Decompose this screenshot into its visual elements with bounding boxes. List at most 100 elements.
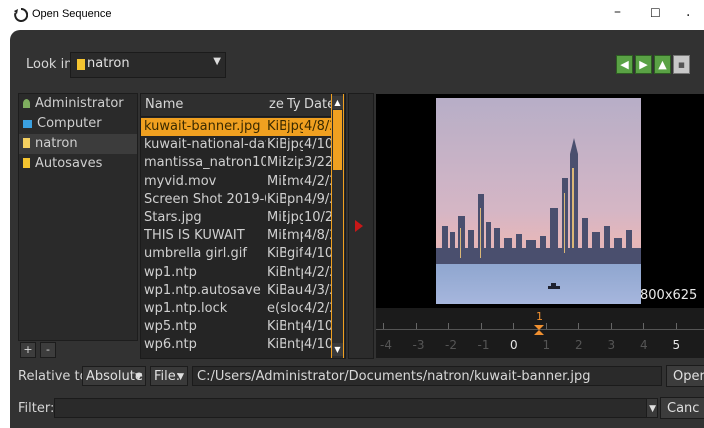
file-size: KiB <box>267 337 286 353</box>
scroll-up-icon[interactable]: ▲ <box>332 96 343 109</box>
file-type: mp <box>287 228 303 244</box>
file-name: wp1.ntp.lock <box>144 300 228 316</box>
file-name: kuwait-national-day_15 <box>144 137 266 153</box>
relative-to-dropdown[interactable]: Absolute ▼ <box>82 366 146 386</box>
file-row[interactable]: Stars.jpg MiBjpg10/2. <box>141 209 331 227</box>
up-arrow-icon[interactable]: ▲ <box>654 55 671 74</box>
file-type: zip <box>287 155 303 171</box>
look-in-value: natron <box>87 56 130 71</box>
file-type: ntp <box>287 319 303 335</box>
timeline-tick-label: 2 <box>575 338 583 352</box>
file-date: 4/10. <box>304 246 331 262</box>
file-name: umbrella girl.gif <box>144 246 247 262</box>
file-row[interactable]: wp1.ntp.lock e(s)loc4/2/2 <box>141 300 331 318</box>
file-row[interactable]: wp1.ntp KiBntp4/2/2 <box>141 264 331 282</box>
file-path-field[interactable]: C:/Users/Administrator/Documents/natron/… <box>192 366 662 386</box>
scrollbar-thumb[interactable] <box>333 110 342 170</box>
sidebar-item-natron[interactable]: natron <box>19 134 137 154</box>
column-header-type[interactable]: Ty <box>287 97 303 112</box>
timeline-tick-label: -2 <box>445 338 457 352</box>
file-date: 4/10. <box>304 319 331 335</box>
dialog-body: Look in: natron ▼ ◀ ▶ ▲ ▪ Administrator … <box>10 30 704 428</box>
sidebar-item-administrator[interactable]: Administrator <box>19 94 137 114</box>
open-button[interactable]: Oper <box>666 365 704 387</box>
file-date: 4/8/2 <box>304 228 331 244</box>
timeline-tick <box>675 323 677 329</box>
file-size: KiB <box>267 246 286 262</box>
sidebar-item-autosaves[interactable]: Autosaves <box>19 154 137 174</box>
file-row[interactable]: wp6.ntp KiBntp4/10. <box>141 336 331 354</box>
file-row[interactable]: wp5.ntp KiBntp4/10. <box>141 318 331 336</box>
scroll-down-icon[interactable]: ▼ <box>332 343 343 356</box>
sidebar-item-label: Computer <box>37 116 102 131</box>
file-row[interactable]: THIS IS KUWAIT MiBmp4/8/2 <box>141 227 331 245</box>
file-name: wp5.ntp <box>144 319 197 335</box>
file-date: 4/10. <box>304 137 331 153</box>
chevron-down-icon: ▼ <box>135 372 142 382</box>
frame-timeline[interactable]: 1 -4 -3 -2 -1 0 1 2 3 4 5 <box>376 308 704 358</box>
column-header-date[interactable]: Date <box>304 97 331 112</box>
file-name: Screen Shot 2019-04-09 <box>144 191 266 207</box>
forward-arrow-icon[interactable]: ▶ <box>635 55 652 74</box>
file-size: KiB <box>267 137 286 153</box>
file-row[interactable]: kuwait-national-day_15KiBjpg4/10. <box>141 136 331 154</box>
user-icon <box>23 99 30 108</box>
folder-icon <box>23 138 30 148</box>
file-date: 4/10. <box>304 337 331 353</box>
timeline-tick-label: 4 <box>640 338 648 352</box>
file-size: MiB <box>267 155 286 171</box>
file-size: KiB <box>267 264 286 280</box>
column-header-name[interactable]: Name <box>145 97 263 112</box>
file-row[interactable]: mantissa_natron101_filMiBzip3/22. <box>141 154 331 172</box>
file-type: ntp <box>287 264 303 280</box>
places-sidebar: Administrator Computer natron Autosaves <box>18 93 138 341</box>
maximize-button[interactable]: ☐ <box>650 6 661 20</box>
file-size: MiB <box>267 228 286 244</box>
title-bar: Open Sequence – ☐ . <box>0 0 704 30</box>
sidebar-item-computer[interactable]: Computer <box>19 114 137 134</box>
file-size: KiB <box>267 282 286 298</box>
add-place-button[interactable]: + <box>20 342 36 358</box>
file-list-scrollbar[interactable]: ▲ ▼ <box>331 94 344 358</box>
chevron-down-icon: ▼ <box>649 404 656 414</box>
filter-field[interactable] <box>54 398 654 418</box>
file-row[interactable]: myvid.mov MiBmc4/2/2 <box>141 173 331 191</box>
chevron-down-icon: ▼ <box>213 56 221 67</box>
file-list-header: Name ze Ty Date <box>141 94 331 117</box>
timeline-tick <box>610 323 612 329</box>
file-type: aut <box>287 282 303 298</box>
close-button[interactable]: . <box>686 4 690 20</box>
filter-label: Filter: <box>18 401 55 416</box>
chevron-down-icon: ▼ <box>177 372 184 382</box>
file-row[interactable]: kuwait-banner.jpg KiBjpg4/8/2 <box>141 118 331 137</box>
file-type: ntp <box>287 337 303 353</box>
file-size: KiB <box>267 119 286 134</box>
file-row[interactable]: wp1.ntp.autosave KiBaut4/3/2 <box>141 282 331 300</box>
filter-dropdown[interactable]: ▼ <box>646 398 658 418</box>
file-row[interactable]: umbrella girl.gif KiBgif4/10. <box>141 245 331 263</box>
timeline-cursor-icon[interactable] <box>534 325 544 335</box>
file-name: wp6.ntp <box>144 337 197 353</box>
column-header-size[interactable]: ze <box>269 97 285 112</box>
new-folder-icon[interactable]: ▪ <box>673 55 690 74</box>
timeline-tick <box>480 323 482 329</box>
preview-viewer: 800x625 <box>376 94 704 310</box>
back-arrow-icon[interactable]: ◀ <box>616 55 633 74</box>
file-date: 4/3/2 <box>304 282 331 298</box>
file-date: 4/2/2 <box>304 173 331 189</box>
look-in-dropdown[interactable]: natron ▼ <box>70 52 226 78</box>
preview-toggle[interactable] <box>348 93 374 359</box>
minimize-button[interactable]: – <box>614 4 621 20</box>
file-row[interactable]: Screen Shot 2019-04-09KiBpn4/9/2 <box>141 191 331 209</box>
file-size: KiB <box>267 319 286 335</box>
remove-place-button[interactable]: - <box>40 342 56 358</box>
cancel-button[interactable]: Canc <box>660 397 704 419</box>
timeline-tick <box>415 323 417 329</box>
file-date: 4/2/2 <box>304 264 331 280</box>
file-date: 10/2. <box>304 209 331 225</box>
file-name: wp1.ntp.autosave <box>144 282 261 298</box>
file-list: Name ze Ty Date kuwait-banner.jpgKiBjpg4… <box>140 93 346 359</box>
file-size: MiB <box>267 173 286 189</box>
file-type-dropdown[interactable]: File: ▼ <box>150 366 188 386</box>
relative-to-label: Relative to: <box>18 369 92 384</box>
